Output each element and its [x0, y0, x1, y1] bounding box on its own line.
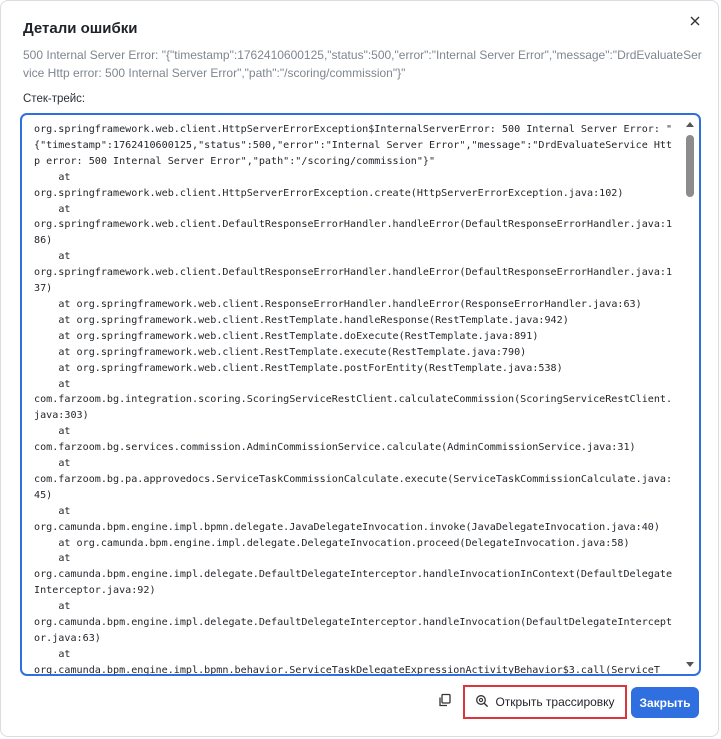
close-button[interactable]: Закрыть — [631, 687, 699, 718]
stack-trace-scrollbar[interactable] — [684, 118, 696, 671]
open-trace-label: Открыть трассировку — [495, 695, 615, 709]
close-dialog-button[interactable] — [686, 13, 704, 31]
scroll-up-arrow-icon[interactable] — [686, 122, 694, 127]
stack-trace-text: org.springframework.web.client.HttpServe… — [34, 124, 673, 676]
scroll-down-arrow-icon[interactable] — [686, 662, 694, 667]
scrollbar-thumb[interactable] — [686, 135, 694, 197]
copy-icon — [438, 693, 452, 712]
stack-trace-label: Стек-трейс: — [23, 93, 86, 105]
close-icon — [690, 13, 700, 31]
open-trace-button[interactable]: Открыть трассировку — [463, 685, 627, 719]
dialog-title: Детали ошибки — [23, 20, 138, 37]
copy-button[interactable] — [435, 690, 455, 714]
error-summary: 500 Internal Server Error: "{"timestamp"… — [23, 48, 702, 80]
search-trace-icon — [475, 694, 489, 711]
stack-trace-textarea[interactable]: org.springframework.web.client.HttpServe… — [20, 113, 701, 676]
error-details-dialog: Детали ошибки 500 Internal Server Error:… — [0, 0, 719, 737]
